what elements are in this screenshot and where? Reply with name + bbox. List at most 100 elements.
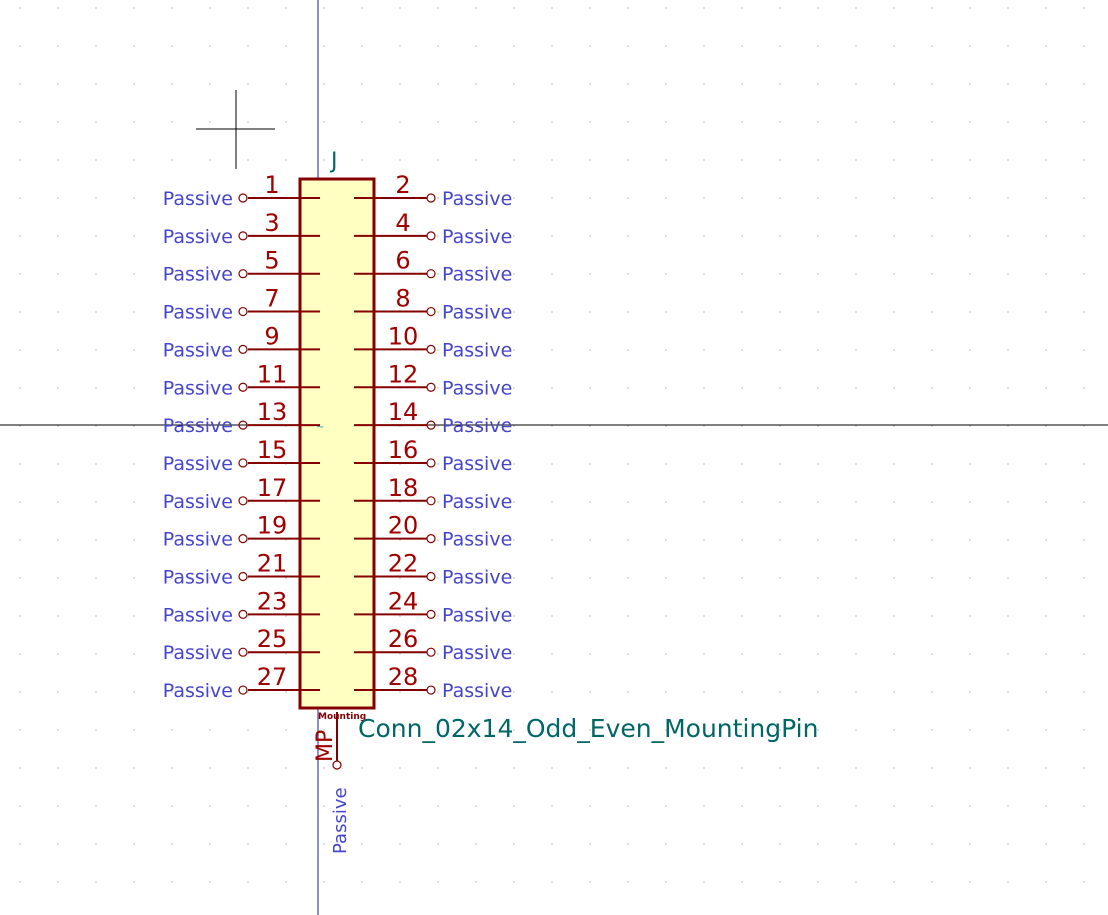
grid-dot — [361, 767, 363, 769]
schematic-canvas[interactable]: J 1 Passive 3 Passive 5 Passive 7 Passive 9 Passi… — [0, 0, 1108, 915]
grid-dot — [627, 7, 629, 9]
grid-dot — [931, 349, 933, 351]
grid-dot — [893, 463, 895, 465]
grid-dot — [19, 83, 21, 85]
grid-dot — [513, 463, 515, 465]
grid-dot — [1083, 805, 1085, 807]
grid-dot — [513, 121, 515, 123]
grid-dot — [969, 805, 971, 807]
grid-dot — [57, 197, 59, 199]
grid-dot — [19, 577, 21, 579]
grid-dot — [1045, 387, 1047, 389]
grid-dot — [1045, 501, 1047, 503]
grid-dot — [437, 463, 439, 465]
grid-dot — [323, 45, 325, 47]
grid-dot — [741, 121, 743, 123]
grid-dot — [133, 615, 135, 617]
grid-dot — [285, 729, 287, 731]
grid-dot — [703, 273, 705, 275]
pin-number: 14 — [388, 398, 419, 426]
grid-dot — [1045, 7, 1047, 9]
grid-dot — [551, 843, 553, 845]
grid-dot — [741, 577, 743, 579]
grid-dot — [57, 501, 59, 503]
grid-dot — [665, 577, 667, 579]
grid-dot — [95, 235, 97, 237]
grid-dot — [437, 653, 439, 655]
grid-dot — [513, 45, 515, 47]
grid-dot — [57, 349, 59, 351]
grid-dot — [285, 45, 287, 47]
grid-dot — [665, 311, 667, 313]
grid-dot — [19, 463, 21, 465]
grid-dot — [703, 83, 705, 85]
grid-dot — [133, 691, 135, 693]
pin-type: Passive — [442, 642, 512, 664]
anchor-marker: ~ — [316, 422, 324, 433]
pin-type: Passive — [442, 302, 512, 324]
grid-dot — [95, 539, 97, 541]
grid-dot — [741, 159, 743, 161]
grid-dot — [399, 83, 401, 85]
grid-dot — [1045, 159, 1047, 161]
grid-dot — [817, 273, 819, 275]
grid-dot — [893, 843, 895, 845]
grid-dot — [323, 881, 325, 883]
pin-type: Passive — [442, 415, 512, 437]
grid-dot — [513, 539, 515, 541]
grid-dot — [665, 197, 667, 199]
grid-dot — [1045, 235, 1047, 237]
grid-dot — [475, 881, 477, 883]
grid-dot — [817, 349, 819, 351]
grid-dot — [171, 121, 173, 123]
grid-dot — [1083, 121, 1085, 123]
grid-dot — [931, 767, 933, 769]
grid-dot — [247, 121, 249, 123]
grid-dot — [665, 881, 667, 883]
grid-dot — [589, 691, 591, 693]
grid-dot — [893, 615, 895, 617]
grid-dot — [133, 387, 135, 389]
connector-body[interactable] — [298, 177, 376, 710]
grid-dot — [665, 843, 667, 845]
pin-number: 11 — [257, 360, 288, 388]
grid-dot — [323, 767, 325, 769]
pin-type: Passive — [442, 339, 512, 361]
pin-type: Passive — [163, 188, 233, 210]
grid-dot — [1045, 121, 1047, 123]
grid-dot — [589, 83, 591, 85]
grid-dot — [589, 653, 591, 655]
grid-dot — [969, 729, 971, 731]
grid-dot — [513, 387, 515, 389]
grid-dot — [779, 197, 781, 199]
grid-dot — [627, 197, 629, 199]
grid-dot — [855, 767, 857, 769]
symbol-value[interactable]: Conn_02x14_Odd_Even_MountingPin — [358, 714, 818, 743]
pin-type: Passive — [442, 680, 512, 702]
grid-dot — [779, 653, 781, 655]
grid-dot — [741, 615, 743, 617]
grid-dot — [399, 7, 401, 9]
reference-designator[interactable]: J — [329, 149, 338, 174]
grid-dot — [779, 843, 781, 845]
pin-type: Passive — [163, 377, 233, 399]
grid-dot — [817, 653, 819, 655]
grid-dot — [817, 235, 819, 237]
grid-dot — [1045, 767, 1047, 769]
grid-dot — [703, 387, 705, 389]
grid-dot — [361, 159, 363, 161]
pin-type: Passive — [163, 604, 233, 626]
grid-dot — [703, 121, 705, 123]
grid-dot — [323, 843, 325, 845]
grid-dot — [133, 881, 135, 883]
grid-dot — [57, 615, 59, 617]
grid-dot — [399, 691, 401, 693]
grid-dot — [437, 691, 439, 693]
grid-dot — [209, 159, 211, 161]
grid-dot — [627, 159, 629, 161]
grid-dot — [817, 463, 819, 465]
grid-dot — [665, 349, 667, 351]
grid-dot — [133, 235, 135, 237]
grid-dot — [589, 349, 591, 351]
grid-dot — [627, 805, 629, 807]
